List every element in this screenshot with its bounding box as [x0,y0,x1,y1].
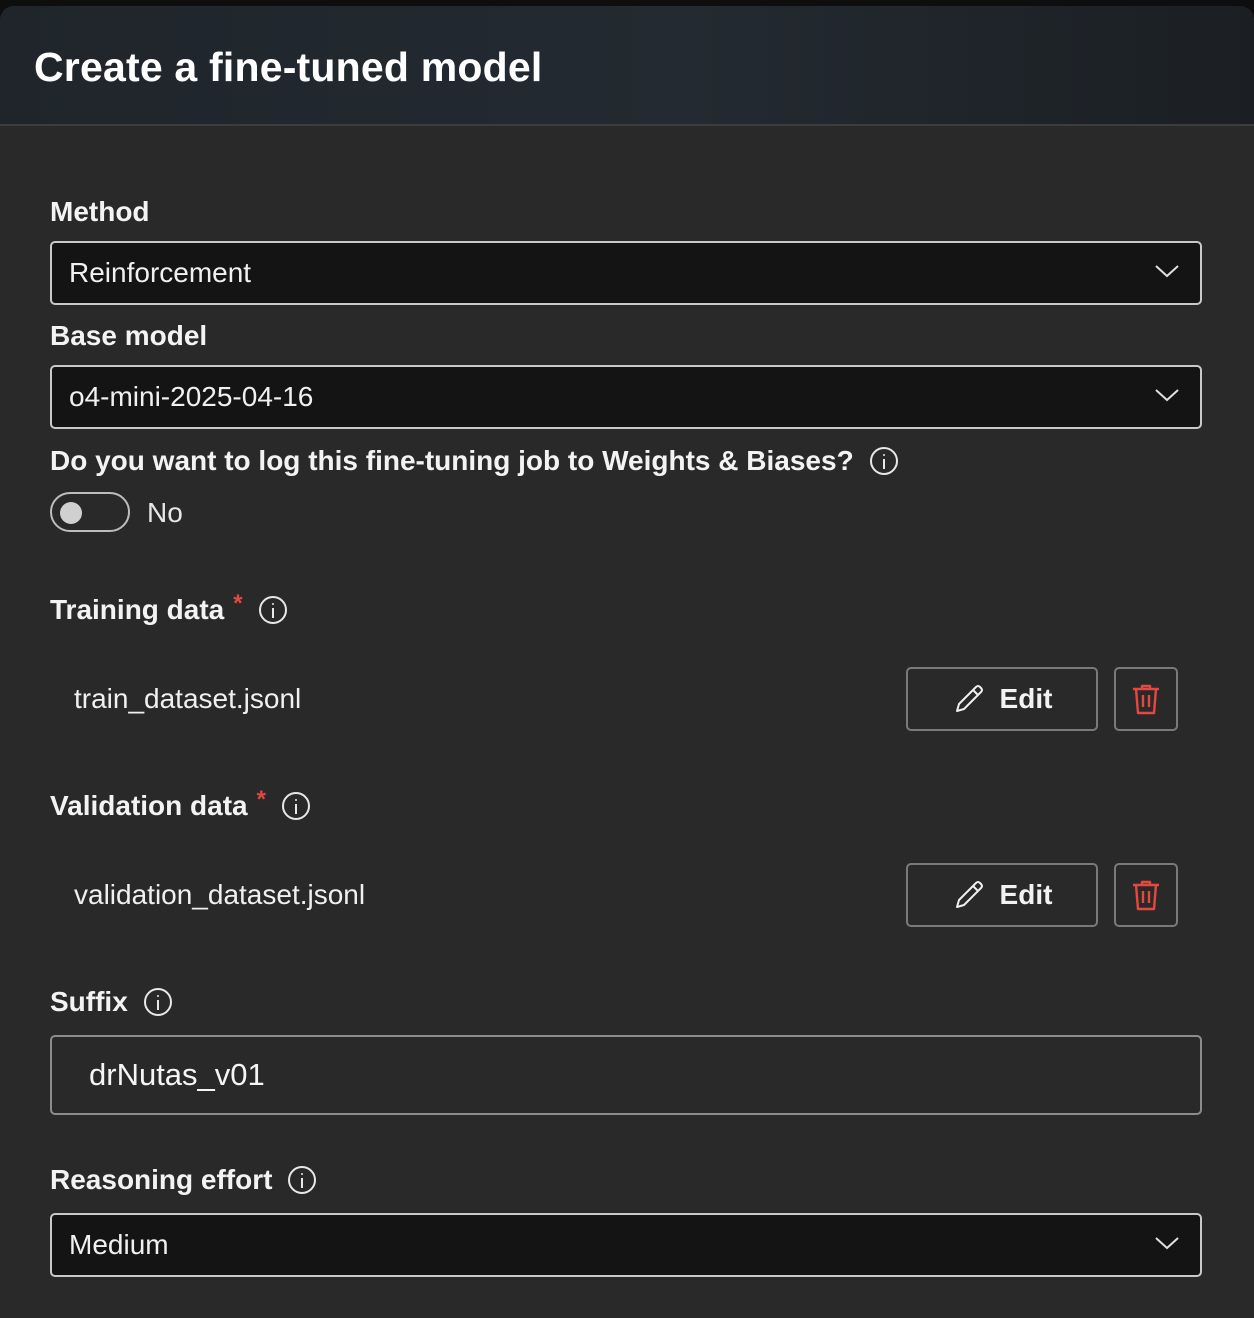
required-asterisk: * [256,786,266,813]
validation-data-label: Validation data * [50,786,310,822]
dialog-title: Create a fine-tuned model [34,44,543,90]
info-icon[interactable] [143,988,172,1016]
info-icon[interactable] [281,792,310,820]
wandb-question: Do you want to log this fine-tuning job … [50,445,898,477]
base-model-value: o4-mini-2025-04-16 [69,381,314,412]
validation-edit-button[interactable]: Edit [906,863,1098,927]
reasoning-effort-dropdown[interactable]: Medium [50,1213,1202,1277]
trash-icon [1133,880,1159,911]
suffix-value: drNutas_v01 [89,1057,265,1092]
method-label: Method [50,196,150,228]
info-icon[interactable] [258,596,287,624]
toggle-knob [60,502,82,524]
base-model-label-text: Base model [50,320,208,351]
wandb-question-text: Do you want to log this fine-tuning job … [50,445,854,476]
training-file-name: train_dataset.jsonl [74,683,302,714]
method-dropdown[interactable]: Reinforcement [50,241,1202,305]
validation-delete-button[interactable] [1114,863,1178,927]
training-delete-button[interactable] [1114,667,1178,731]
method-value: Reinforcement [69,257,252,288]
pencil-icon [955,685,983,712]
training-edit-button[interactable]: Edit [906,667,1098,731]
chevron-down-icon [1155,1237,1179,1250]
suffix-label-text: Suffix [50,986,128,1017]
base-model-dropdown[interactable]: o4-mini-2025-04-16 [50,365,1202,429]
validation-edit-label: Edit [999,879,1053,910]
validation-data-label-text: Validation data [50,790,248,821]
wandb-toggle-state: No [147,497,183,528]
training-data-label: Training data * [50,590,287,626]
info-icon[interactable] [288,1166,317,1194]
fine-tune-dialog: Create a fine-tuned model Method Reinfor… [0,6,1254,1318]
reasoning-effort-label-text: Reasoning effort [50,1164,273,1195]
info-icon[interactable] [869,447,898,475]
suffix-input[interactable]: drNutas_v01 [50,1035,1202,1115]
method-label-text: Method [50,196,150,227]
base-model-label: Base model [50,320,207,352]
chevron-down-icon [1155,389,1179,402]
required-asterisk: * [233,590,243,617]
reasoning-effort-value: Medium [69,1229,169,1260]
suffix-label: Suffix [50,986,172,1018]
wandb-toggle[interactable] [50,492,130,532]
training-data-label-text: Training data [50,594,225,625]
reasoning-effort-label: Reasoning effort [50,1164,317,1196]
chevron-down-icon [1155,265,1179,278]
dialog-header: Create a fine-tuned model [0,6,1254,126]
pencil-icon [955,881,983,908]
training-edit-label: Edit [999,683,1053,714]
trash-icon [1133,684,1159,715]
validation-file-name: validation_dataset.jsonl [74,879,366,910]
